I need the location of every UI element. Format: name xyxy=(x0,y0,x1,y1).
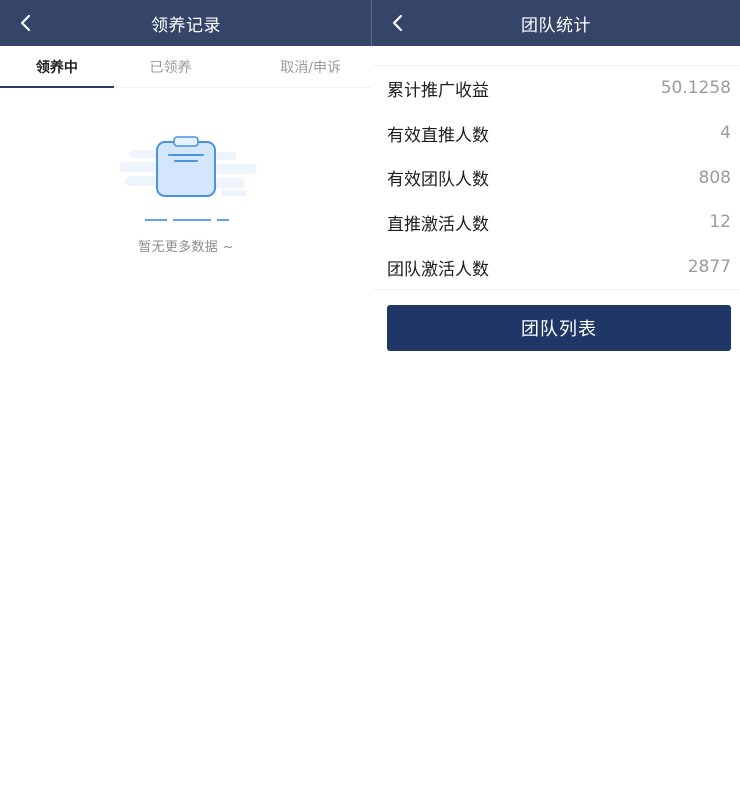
stat-row-direct-activated: 直推激活人数 12 xyxy=(372,200,740,245)
stat-value: 12 xyxy=(709,212,731,233)
back-button[interactable] xyxy=(14,11,38,35)
tab-bar: 领养中 已领养 取消/申诉 xyxy=(0,46,372,88)
team-list-button[interactable]: 团队列表 xyxy=(387,305,731,352)
stat-row-team-activated: 团队激活人数 2877 xyxy=(372,245,740,290)
stat-label: 直推激活人数 xyxy=(387,214,489,235)
stat-value: 4 xyxy=(720,123,731,144)
stat-value: 808 xyxy=(698,167,731,188)
stat-label: 有效直推人数 xyxy=(387,125,489,146)
stat-row-team-members: 有效团队人数 808 xyxy=(372,155,740,200)
chevron-left-icon xyxy=(392,14,403,32)
chevron-left-icon xyxy=(20,14,31,32)
clipboard-empty-icon xyxy=(111,130,261,228)
adoption-records-screen: 领养记录 领养中 已领养 取消/申诉 暂无更多数据 ~ xyxy=(0,0,372,804)
stat-label: 团队激活人数 xyxy=(387,259,489,280)
stat-label: 有效团队人数 xyxy=(387,170,489,191)
tab-adopted[interactable]: 已领养 xyxy=(114,46,228,87)
empty-state: 暂无更多数据 ~ xyxy=(0,130,372,255)
stat-label: 累计推广收益 xyxy=(387,80,489,101)
stat-row-direct-referrals: 有效直推人数 4 xyxy=(372,111,740,156)
empty-message: 暂无更多数据 ~ xyxy=(138,240,234,255)
stats-list: 累计推广收益 50.1258 有效直推人数 4 有效团队人数 808 直推激活人… xyxy=(372,65,740,291)
stat-value: 50.1258 xyxy=(660,78,731,99)
stat-row-total-earnings: 累计推广收益 50.1258 xyxy=(372,66,740,111)
team-stats-screen: 团队统计 累计推广收益 50.1258 有效直推人数 4 有效团队人数 808 … xyxy=(372,0,740,804)
tab-cancel-appeal[interactable]: 取消/申诉 xyxy=(227,46,372,87)
stat-value: 2877 xyxy=(687,257,731,278)
navbar: 领养记录 xyxy=(0,0,372,46)
navbar: 团队统计 xyxy=(372,0,740,46)
page-title: 领养记录 xyxy=(151,15,221,36)
page-title: 团队统计 xyxy=(521,15,591,36)
team-list-button-label: 团队列表 xyxy=(521,319,597,341)
back-button[interactable] xyxy=(386,11,410,35)
tab-adopting[interactable]: 领养中 xyxy=(0,46,114,88)
